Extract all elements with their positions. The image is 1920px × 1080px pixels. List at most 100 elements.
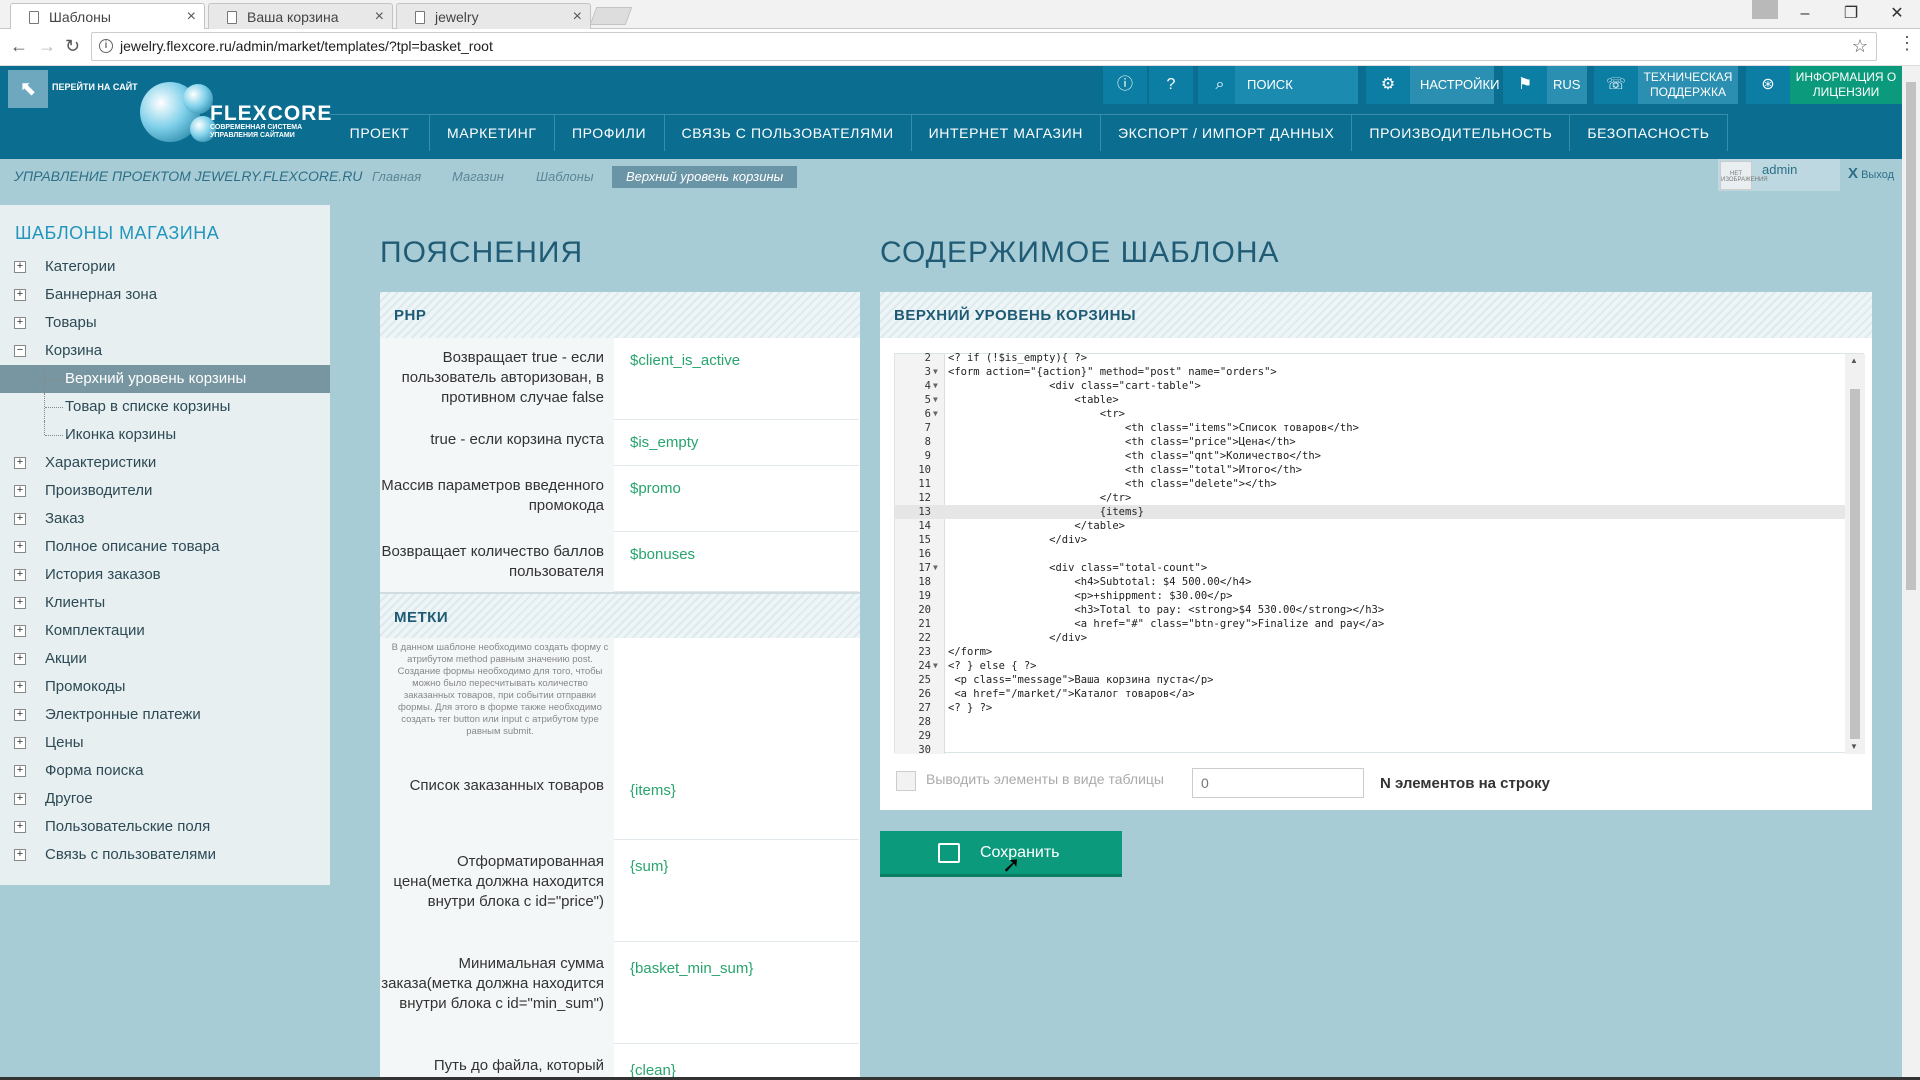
restore-icon[interactable]: ❐ xyxy=(1828,0,1874,29)
close-icon[interactable]: × xyxy=(375,4,384,30)
code-line[interactable]: 26 <a href="/market/">Каталог товаров</a… xyxy=(895,687,1845,701)
sidebar-item[interactable]: + Пользовательские поля xyxy=(0,813,330,841)
code-editor[interactable]: 2 <? if (!$is_empty){ ?> 3 ▼ <form action="{… xyxy=(894,351,1865,756)
sidebar-item[interactable]: + Другое xyxy=(0,785,330,813)
expand-icon[interactable]: + xyxy=(14,485,26,497)
fold-icon[interactable]: ▼ xyxy=(933,379,938,393)
user-name[interactable]: admin xyxy=(1762,162,1797,177)
expand-icon[interactable]: + xyxy=(14,457,26,469)
sidebar-item[interactable]: + Цены xyxy=(0,729,330,757)
scroll-up-icon[interactable]: ▲ xyxy=(1850,356,1858,365)
sidebar-item[interactable]: + Акции xyxy=(0,645,330,673)
new-tab-button[interactable] xyxy=(589,7,633,25)
code-line[interactable]: 10 <th class="total">Итого</th> xyxy=(895,463,1845,477)
sidebar-item[interactable]: − Корзина xyxy=(0,337,330,365)
close-icon[interactable]: × xyxy=(187,4,196,30)
breadcrumb-store[interactable]: Магазин xyxy=(438,166,518,188)
expand-icon[interactable]: + xyxy=(14,597,26,609)
scroll-down-icon[interactable]: ▼ xyxy=(1850,742,1858,751)
code-line[interactable]: 30 xyxy=(895,743,1845,757)
menu-item-user-communication[interactable]: СВЯЗЬ С ПОЛЬЗОВАТЕЛЯМИ xyxy=(665,115,912,151)
code-line[interactable]: 14 </table> xyxy=(895,519,1845,533)
bookmark-star-icon[interactable]: ☆ xyxy=(1852,33,1868,60)
page-scrollbar-thumb[interactable] xyxy=(1906,82,1916,590)
menu-item-project[interactable]: ПРОЕКТ xyxy=(330,115,430,151)
table-view-checkbox[interactable] xyxy=(896,771,916,791)
sidebar-item[interactable]: + Клиенты xyxy=(0,589,330,617)
expand-icon[interactable]: + xyxy=(14,709,26,721)
info-icon[interactable]: ⓘ xyxy=(1103,66,1147,104)
sidebar-item[interactable]: Иконка корзины xyxy=(0,421,330,449)
sidebar-item[interactable]: + Комплектации xyxy=(0,617,330,645)
close-icon[interactable]: × xyxy=(573,4,582,30)
sidebar-item[interactable]: + История заказов xyxy=(0,561,330,589)
expand-icon[interactable]: + xyxy=(14,849,26,861)
code-line[interactable]: 29 xyxy=(895,729,1845,743)
menu-item-export-import[interactable]: ЭКСПОРТ / ИМПОРТ ДАННЫХ xyxy=(1101,115,1353,151)
code-line[interactable]: 4 ▼ <div class="cart-table"> xyxy=(895,379,1845,393)
elements-per-row-input[interactable]: 0 xyxy=(1192,768,1364,798)
flag-icon[interactable]: ⚑ xyxy=(1503,66,1547,104)
code-line[interactable]: 17 ▼ <div class="total-count"> xyxy=(895,561,1845,575)
code-line[interactable]: 18 <h4>Subtotal: $4 500.00</h4> xyxy=(895,575,1845,589)
support-button[interactable]: ТЕХНИЧЕСКАЯ ПОДДЕРЖКА xyxy=(1638,66,1738,104)
code-line[interactable]: 28 xyxy=(895,715,1845,729)
sidebar-item[interactable]: Верхний уровень корзины xyxy=(0,365,330,393)
expand-icon[interactable]: + xyxy=(14,569,26,581)
browser-tab[interactable]: jewelry × xyxy=(396,3,591,29)
menu-item-security[interactable]: БЕЗОПАСНОСТЬ xyxy=(1570,115,1728,151)
expand-icon[interactable]: + xyxy=(14,765,26,777)
url-field[interactable]: i jewelry.flexcore.ru/admin/market/templ… xyxy=(91,32,1877,61)
collapse-icon[interactable]: − xyxy=(14,345,26,357)
sidebar-item[interactable]: Товар в списке корзины xyxy=(0,393,330,421)
language-button[interactable]: RUS xyxy=(1547,66,1587,104)
project-title[interactable]: УПРАВЛЕНИЕ ПРОЕКТОМ JEWELRY.FLEXCORE.RU xyxy=(14,168,362,184)
search-input[interactable]: ПОИСК xyxy=(1235,66,1358,104)
code-line[interactable]: 23 </form> xyxy=(895,645,1845,659)
code-line[interactable]: 8 <th class="price">Цена</th> xyxy=(895,435,1845,449)
menu-item-performance[interactable]: ПРОИЗВОДИТЕЛЬНОСТЬ xyxy=(1352,115,1571,151)
fold-icon[interactable]: ▼ xyxy=(933,365,938,379)
support-icon[interactable]: ☏ xyxy=(1594,66,1638,104)
expand-icon[interactable]: + xyxy=(14,653,26,665)
profile-icon[interactable] xyxy=(1752,0,1778,19)
code-line[interactable]: 7 <th class="items">Список товаров</th> xyxy=(895,421,1845,435)
code-line[interactable]: 12 </tr> xyxy=(895,491,1845,505)
sidebar-item[interactable]: + Производители xyxy=(0,477,330,505)
code-line[interactable]: 3 ▼ <form action="{action}" method="post" … xyxy=(895,365,1845,379)
breadcrumb-templates[interactable]: Шаблоны xyxy=(522,166,608,188)
expand-icon[interactable]: + xyxy=(14,289,26,301)
code-line[interactable]: 5 ▼ <table> xyxy=(895,393,1845,407)
expand-icon[interactable]: + xyxy=(14,793,26,805)
browser-tab[interactable]: Шаблоны × xyxy=(10,3,205,29)
expand-icon[interactable]: + xyxy=(14,737,26,749)
breadcrumb-home[interactable]: Главная xyxy=(358,166,435,188)
license-button[interactable]: ИНФОРМАЦИЯ О ЛИЦЕНЗИИ xyxy=(1790,66,1902,104)
code-line[interactable]: 24 ▼ <? } else { ?> xyxy=(895,659,1845,673)
code-line[interactable]: 27 <? } ?> xyxy=(895,701,1845,715)
sidebar-item[interactable]: + Баннерная зона xyxy=(0,281,330,309)
browser-tab[interactable]: Ваша корзина × xyxy=(208,3,393,29)
close-window-icon[interactable]: ✕ xyxy=(1874,0,1920,29)
code-line[interactable]: 2 <? if (!$is_empty){ ?> xyxy=(895,351,1845,365)
code-line[interactable]: 25 <p class="message">Ваша корзина пуста… xyxy=(895,673,1845,687)
go-to-site-icon[interactable]: ⬉ xyxy=(8,70,48,108)
code-line[interactable]: 19 <p>+shippment: $30.00</p> xyxy=(895,589,1845,603)
forward-icon[interactable]: → xyxy=(38,36,56,57)
fold-icon[interactable]: ▼ xyxy=(933,393,938,407)
editor-scrollbar-thumb[interactable] xyxy=(1850,389,1860,739)
reload-icon[interactable]: ↻ xyxy=(65,36,80,57)
browser-menu-icon[interactable]: ⋮ xyxy=(1898,33,1916,54)
expand-icon[interactable]: + xyxy=(14,625,26,637)
sidebar-item[interactable]: + Характеристики xyxy=(0,449,330,477)
sidebar-item[interactable]: + Полное описание товара xyxy=(0,533,330,561)
sidebar-item[interactable]: + Категории xyxy=(0,253,330,281)
sidebar-item[interactable]: + Связь с пользователями xyxy=(0,841,330,869)
fold-icon[interactable]: ▼ xyxy=(933,407,938,421)
expand-icon[interactable]: + xyxy=(14,261,26,273)
logo[interactable]: FLEXCORE xyxy=(210,102,332,126)
minimize-icon[interactable]: – xyxy=(1782,0,1828,29)
fold-icon[interactable]: ▼ xyxy=(933,659,938,673)
expand-icon[interactable]: + xyxy=(14,317,26,329)
menu-item-profiles[interactable]: ПРОФИЛИ xyxy=(555,115,665,151)
